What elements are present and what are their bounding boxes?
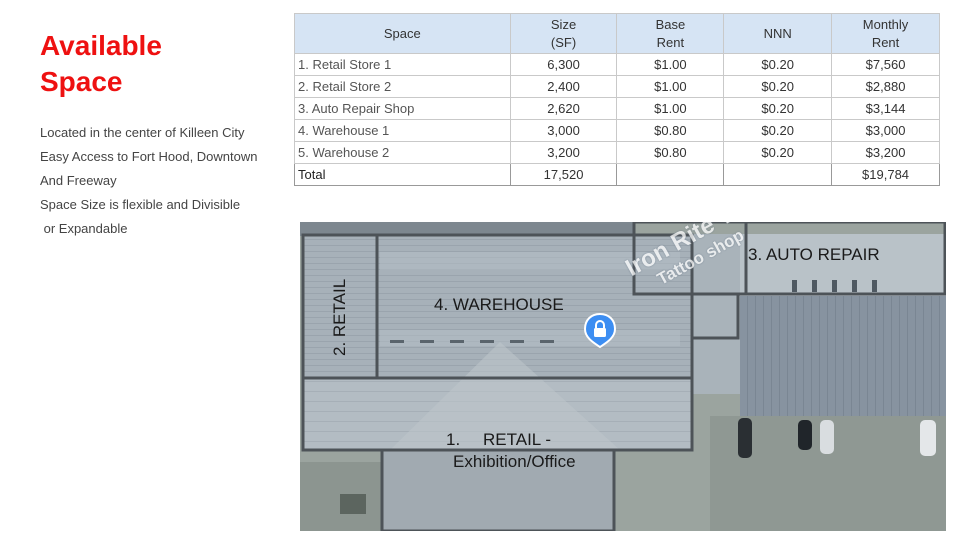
cell-base-rent: $1.00 (616, 97, 725, 120)
feature-item: Space Size is flexible and Divisible (40, 197, 241, 212)
cell-total-monthly: $19,784 (831, 163, 940, 186)
map-label-retail-1: 1. RETAIL - Exhibition/Office (446, 429, 576, 473)
cell-nnn: $0.20 (723, 119, 833, 142)
header-space: Space (294, 13, 511, 54)
table-row: 4. Warehouse 1 3,000 $0.80 $0.20 $3,000 (294, 119, 940, 142)
table-row: 1. Retail Store 1 6,300 $1.00 $0.20 $7,5… (294, 53, 940, 76)
table-row: 2. Retail Store 2 2,400 $1.00 $0.20 $2,8… (294, 75, 940, 98)
map-label-retail-1-number: 1. (446, 430, 461, 449)
cell-monthly-rent: $3,000 (831, 119, 940, 142)
cell-nnn: $0.20 (723, 75, 833, 98)
table-total-row: Total 17,520 $19,784 (294, 163, 940, 186)
feature-item: Easy Access to Fort Hood, Downtown (40, 149, 258, 164)
aerial-site-map: Iron Rite Tattoo Tattoo shop 2. RETAIL 4… (300, 222, 946, 531)
cell-size: 2,620 (509, 97, 618, 120)
cell-nnn: $0.20 (723, 141, 833, 164)
table-header-row: Space Size (SF) Base Rent NNN Monthly Rent (294, 13, 940, 54)
header-size: Size (SF) (509, 13, 618, 54)
page-title: Available Space (40, 30, 162, 97)
cell-space: 2. Retail Store 2 (294, 75, 511, 98)
cell-monthly-rent: $3,200 (831, 141, 940, 164)
map-label-retail-1-line2: Exhibition/Office (453, 452, 576, 471)
cell-space: 3. Auto Repair Shop (294, 97, 511, 120)
map-label-retail-2: 2. RETAIL (330, 278, 349, 356)
header-monthly-rent: Monthly Rent (831, 13, 940, 54)
cell-total-base (616, 163, 725, 186)
header-monthly-line2: Rent (871, 34, 900, 50)
cell-nnn: $0.20 (723, 53, 833, 76)
feature-list: Located in the center of Killeen City Ea… (40, 124, 280, 244)
table-row: 3. Auto Repair Shop 2,620 $1.00 $0.20 $3… (294, 97, 940, 120)
cell-space: 1. Retail Store 1 (294, 53, 511, 76)
cell-space: 4. Warehouse 1 (294, 119, 511, 142)
feature-item: or Expandable (40, 221, 128, 236)
header-base-line2: Rent (656, 34, 685, 50)
map-label-retail-1-line1: RETAIL - (483, 430, 552, 449)
header-size-line1: Size (550, 16, 577, 32)
cell-monthly-rent: $7,560 (831, 53, 940, 76)
cell-size: 6,300 (509, 53, 618, 76)
header-monthly-line1: Monthly (862, 16, 909, 32)
map-label-auto-repair: 3. AUTO REPAIR (748, 245, 880, 264)
table-row: 5. Warehouse 2 3,200 $0.80 $0.20 $3,200 (294, 141, 940, 164)
cell-space: 5. Warehouse 2 (294, 141, 511, 164)
cell-monthly-rent: $3,144 (831, 97, 940, 120)
lock-pin-icon (583, 312, 617, 348)
header-nnn: NNN (723, 13, 833, 54)
cell-base-rent: $0.80 (616, 119, 725, 142)
cell-total-size: 17,520 (509, 163, 618, 186)
cell-base-rent: $1.00 (616, 53, 725, 76)
cell-nnn: $0.20 (723, 97, 833, 120)
aerial-photo (300, 222, 946, 531)
cell-size: 2,400 (509, 75, 618, 98)
map-label-warehouse: 4. WAREHOUSE (434, 295, 564, 314)
cell-monthly-rent: $2,880 (831, 75, 940, 98)
header-size-line2: (SF) (550, 34, 577, 50)
space-rent-table: Space Size (SF) Base Rent NNN Monthly Rent … (294, 13, 940, 186)
cell-size: 3,200 (509, 141, 618, 164)
header-base-rent: Base Rent (616, 13, 725, 54)
cell-base-rent: $0.80 (616, 141, 725, 164)
cell-size: 3,000 (509, 119, 618, 142)
header-base-line1: Base (655, 16, 686, 32)
feature-item: Located in the center of Killeen City (40, 125, 245, 140)
cell-base-rent: $1.00 (616, 75, 725, 98)
cell-total-label: Total (294, 163, 511, 186)
feature-item: And Freeway (40, 173, 117, 188)
cell-total-nnn (723, 163, 833, 186)
